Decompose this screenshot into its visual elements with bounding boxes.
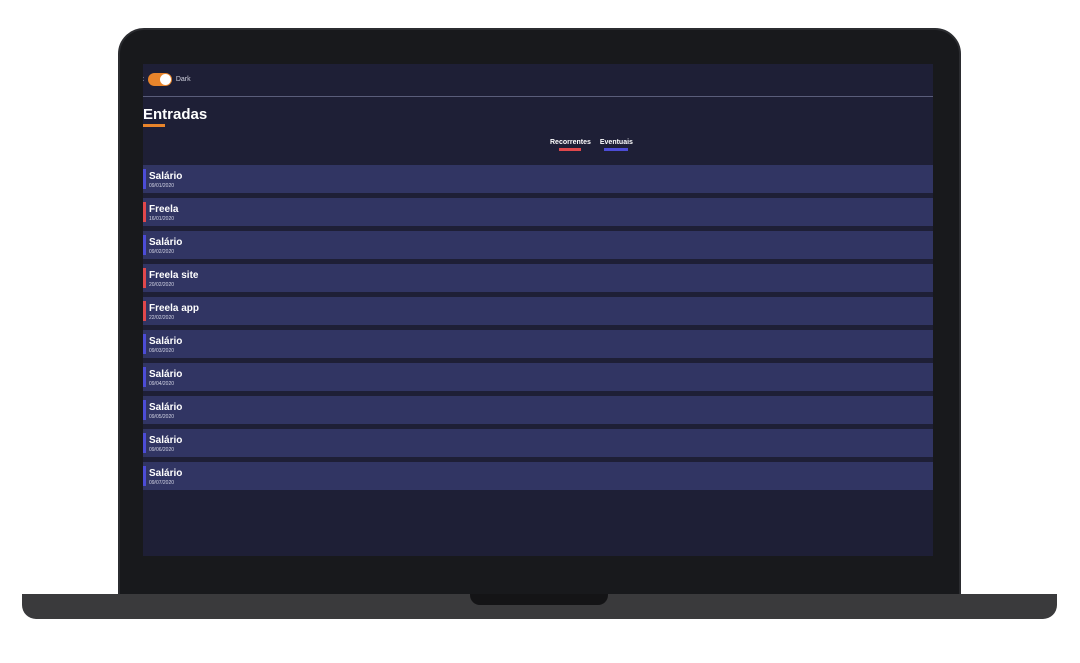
list-item[interactable]: Salário 09/06/2020 <box>143 429 933 457</box>
entry-date: 22/02/2020 <box>149 315 175 321</box>
legend: Recorrentes Eventuais <box>550 139 633 151</box>
legend-label: Recorrentes <box>550 139 591 146</box>
list-item[interactable]: Freela 16/01/2020 <box>143 198 933 226</box>
entry-date: 09/05/2020 <box>149 414 175 420</box>
type-marker <box>143 400 146 420</box>
list-item[interactable]: Salário 09/03/2020 <box>143 330 933 358</box>
list-item[interactable]: Salário 09/01/2020 <box>143 165 933 193</box>
list-item[interactable]: Freela app 22/02/2020 <box>143 297 933 325</box>
theme-toggle-group: ht Dark <box>143 73 191 86</box>
entry-date: 09/02/2020 <box>149 249 175 255</box>
list-item[interactable]: Salário 09/07/2020 <box>143 462 933 490</box>
entry-date: 09/03/2020 <box>149 348 175 354</box>
top-bar: ht Dark <box>143 64 933 97</box>
entry-date: 09/06/2020 <box>149 447 175 453</box>
type-marker <box>143 433 146 453</box>
light-label: ht <box>143 76 144 83</box>
entry-name: Freela <box>149 204 179 215</box>
legend-eventuais[interactable]: Eventuais <box>600 139 633 151</box>
legend-swatch <box>559 148 582 151</box>
entry-name: Salário <box>149 336 183 347</box>
list-item[interactable]: Salário 09/02/2020 <box>143 231 933 259</box>
entry-date: 09/07/2020 <box>149 480 175 486</box>
legend-swatch <box>604 148 629 151</box>
dark-label: Dark <box>175 76 191 83</box>
laptop-notch <box>470 594 608 605</box>
entry-name: Salário <box>149 369 183 380</box>
list-item[interactable]: Salário 09/05/2020 <box>143 396 933 424</box>
type-marker <box>143 334 146 354</box>
type-marker <box>143 235 146 255</box>
entry-name: Salário <box>149 402 183 413</box>
entry-name: Salário <box>149 435 183 446</box>
legend-recorrentes[interactable]: Recorrentes <box>550 139 591 151</box>
entry-date: 16/01/2020 <box>149 216 175 222</box>
entry-name: Freela app <box>149 303 200 314</box>
entry-name: Salário <box>149 237 183 248</box>
type-marker <box>143 367 146 387</box>
type-marker <box>143 202 146 222</box>
entry-date: 20/02/2020 <box>149 282 175 288</box>
type-marker <box>143 466 146 486</box>
entry-name: Freela site <box>149 270 199 281</box>
toggle-knob <box>159 74 171 85</box>
type-marker <box>143 301 146 321</box>
app-screen: ht Dark Entradas Recorrentes Eventuais S… <box>143 64 933 556</box>
entries-list: Salário 09/01/2020 Freela 16/01/2020 Sal… <box>143 165 933 495</box>
entry-date: 09/04/2020 <box>149 381 175 387</box>
entry-name: Salário <box>149 171 183 182</box>
list-item[interactable]: Salário 09/04/2020 <box>143 363 933 391</box>
title-underline <box>143 124 165 127</box>
theme-toggle[interactable] <box>147 73 172 86</box>
page-title: Entradas <box>143 106 208 123</box>
list-item[interactable]: Freela site 20/02/2020 <box>143 264 933 292</box>
legend-label: Eventuais <box>599 139 633 146</box>
entry-name: Salário <box>149 468 183 479</box>
type-marker <box>143 268 146 288</box>
entry-date: 09/01/2020 <box>149 183 175 189</box>
type-marker <box>143 169 146 189</box>
